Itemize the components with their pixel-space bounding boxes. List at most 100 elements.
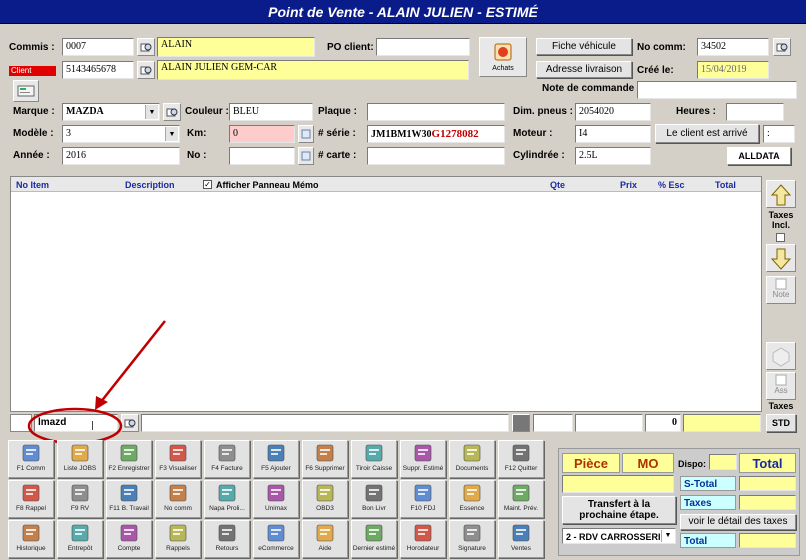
couleur-field[interactable]: BLEU (229, 103, 313, 121)
std-button[interactable]: STD (766, 414, 796, 432)
toolbar-button-bon-livr[interactable]: Bon Livr (351, 480, 397, 518)
toolbar-button-horodateur[interactable]: Horodateur (400, 520, 446, 558)
toolbar-button-f11-b-travail[interactable]: F11 B. Travail (106, 480, 152, 518)
toolbar-button-ventes[interactable]: Ventes (498, 520, 544, 558)
transfert-button[interactable]: Transfert à la prochaine étape. (562, 496, 676, 524)
po-client-field[interactable] (376, 38, 470, 56)
moteur-field[interactable]: I4 (575, 125, 651, 143)
toolbar-button-f6-supprimer[interactable]: F6 Supprimer (302, 440, 348, 478)
toolbar-button-label: Tiroir Caisse (355, 465, 393, 472)
f4-facture-icon (205, 441, 249, 465)
chevron-down-icon: ▼ (145, 105, 158, 119)
heures-field[interactable] (726, 103, 784, 121)
commis-label: Commis : (9, 42, 55, 53)
achats-button[interactable]: Achats (479, 37, 527, 77)
toolbar-button-rappels[interactable]: Rappels (155, 520, 201, 558)
toolbar-button-label: Essence (459, 505, 485, 512)
toolbar-button-entrep-t[interactable]: Entrepôt (57, 520, 103, 558)
client-arrive-field[interactable]: : (763, 125, 795, 143)
toolbar-button-label: Aide (318, 545, 332, 552)
toolbar-button-unimax[interactable]: Unimax (253, 480, 299, 518)
toolbar-button-label: Retours (215, 545, 239, 552)
taxes-incl-checkbox[interactable] (776, 233, 785, 242)
marque-search-button[interactable] (163, 103, 181, 121)
toolbar-button-f1-comm[interactable]: F1 Comm (8, 440, 54, 478)
modele-label: Modèle : (13, 128, 54, 139)
modele-select[interactable]: 3 ▼ (62, 125, 180, 143)
disabled-action-button[interactable] (766, 342, 796, 370)
f9-rv-icon (58, 481, 102, 505)
toolbar-button-label: F8 Rappel (16, 505, 46, 512)
cylindree-field[interactable]: 2.5L (575, 147, 651, 165)
card-icon (17, 85, 35, 97)
note-commande-field[interactable] (637, 81, 797, 99)
client-arrive-button[interactable]: Le client est arrivé (655, 124, 759, 143)
no-field[interactable] (229, 147, 295, 165)
fiche-vehicule-button[interactable]: Fiche véhicule (536, 38, 632, 55)
marque-select[interactable]: MAZDA ▼ (62, 103, 160, 121)
entry-qty-input[interactable] (533, 414, 573, 432)
toolbar-button-retours[interactable]: Retours (204, 520, 250, 558)
toolbar-button-f8-rappel[interactable]: F8 Rappel (8, 480, 54, 518)
client-field[interactable]: 5143465678 (62, 61, 134, 79)
toolbar-button-signature[interactable]: Signature (449, 520, 495, 558)
toolbar-button-f4-facture[interactable]: F4 Facture (204, 440, 250, 478)
client-search-button[interactable] (137, 61, 155, 79)
client-label: Client (9, 66, 56, 76)
toolbar-button-f3-visualiser[interactable]: F3 Visualiser (155, 440, 201, 478)
no-comm-search-button[interactable] (773, 38, 791, 56)
memo-checkbox[interactable]: ✓ (203, 180, 212, 189)
toolbar-button-f9-rv[interactable]: F9 RV (57, 480, 103, 518)
adresse-livraison-button[interactable]: Adresse livraison (536, 61, 632, 78)
horodateur-icon (401, 521, 445, 545)
toolbar-button-napa-proli[interactable]: Napa Proli... (204, 480, 250, 518)
alldata-button[interactable]: ALLDATA (727, 147, 791, 165)
annee-field[interactable]: 2016 (62, 147, 180, 165)
toolbar-button-ecommerce[interactable]: eCommerce (253, 520, 299, 558)
toolbar-button-dernier-estim[interactable]: Dernier estimé (351, 520, 397, 558)
bon-livr-icon (352, 481, 396, 505)
toolbar-button-documents[interactable]: Documents (449, 440, 495, 478)
plaque-field[interactable] (367, 103, 505, 121)
toolbar-button-aide[interactable]: Aide (302, 520, 348, 558)
toolbar-button-liste-jobs[interactable]: Liste JOBS (57, 440, 103, 478)
toolbar-button-obd3[interactable]: OBD3 (302, 480, 348, 518)
toolbar-button-tiroir-caisse[interactable]: Tiroir Caisse (351, 440, 397, 478)
annotation-overlay (27, 320, 166, 445)
etape-select-value: 2 - RDV CARROSSERIE (566, 532, 667, 542)
entry-price-input[interactable] (575, 414, 643, 432)
toolbar-button-historique[interactable]: Historique (8, 520, 54, 558)
toolbar-button-essence[interactable]: Essence (449, 480, 495, 518)
toolbar-button-f10-fdj[interactable]: F10 FDJ (400, 480, 446, 518)
ass-button[interactable]: Ass (766, 372, 796, 400)
toolbar-button-f5-ajouter[interactable]: F5 Ajouter (253, 440, 299, 478)
annotation-arrow (99, 320, 166, 404)
voir-detail-taxes-button[interactable]: voir le détail des taxes (680, 514, 796, 530)
commis-field[interactable]: 0007 (62, 38, 134, 56)
toolbar-button-f12-quitter[interactable]: F12 Quitter (498, 440, 544, 478)
no-button[interactable] (298, 147, 314, 165)
etape-select[interactable]: 2 - RDV CARROSSERIE ▼ (562, 528, 676, 544)
toolbar-button-suppr-estim[interactable]: Suppr. Estimé (400, 440, 446, 478)
km-field[interactable]: 0 (229, 125, 295, 143)
item-description-input[interactable] (141, 414, 509, 432)
client-card-button[interactable] (13, 80, 39, 102)
toolbar-button-compte[interactable]: Compte (106, 520, 152, 558)
move-up-button[interactable] (766, 180, 796, 208)
km-button[interactable] (298, 125, 314, 143)
no-comm-label: No comm: (637, 42, 686, 53)
toolbar-button-maint-pr-v[interactable]: Maint. Prév. (498, 480, 544, 518)
note-button[interactable]: Note (766, 276, 796, 304)
toolbar-button-label: F11 B. Travail (109, 505, 149, 512)
carte-field[interactable] (367, 147, 505, 165)
serie-field[interactable]: JM1BM1W30G1278082 (367, 125, 505, 143)
dim-pneus-field[interactable]: 2054020 (575, 103, 651, 121)
barcode-button[interactable] (512, 414, 530, 432)
entry-discount-input[interactable]: 0 (645, 414, 681, 432)
toolbar-button-no-comm[interactable]: No comm (155, 480, 201, 518)
toolbar-button-f2-enregistrer[interactable]: F2 Enregistrer (106, 440, 152, 478)
dim-pneus-label: Dim. pneus : (513, 106, 574, 117)
commis-search-button[interactable] (137, 38, 155, 56)
move-down-button[interactable] (766, 244, 796, 272)
no-comm-field[interactable]: 34502 (697, 38, 769, 56)
